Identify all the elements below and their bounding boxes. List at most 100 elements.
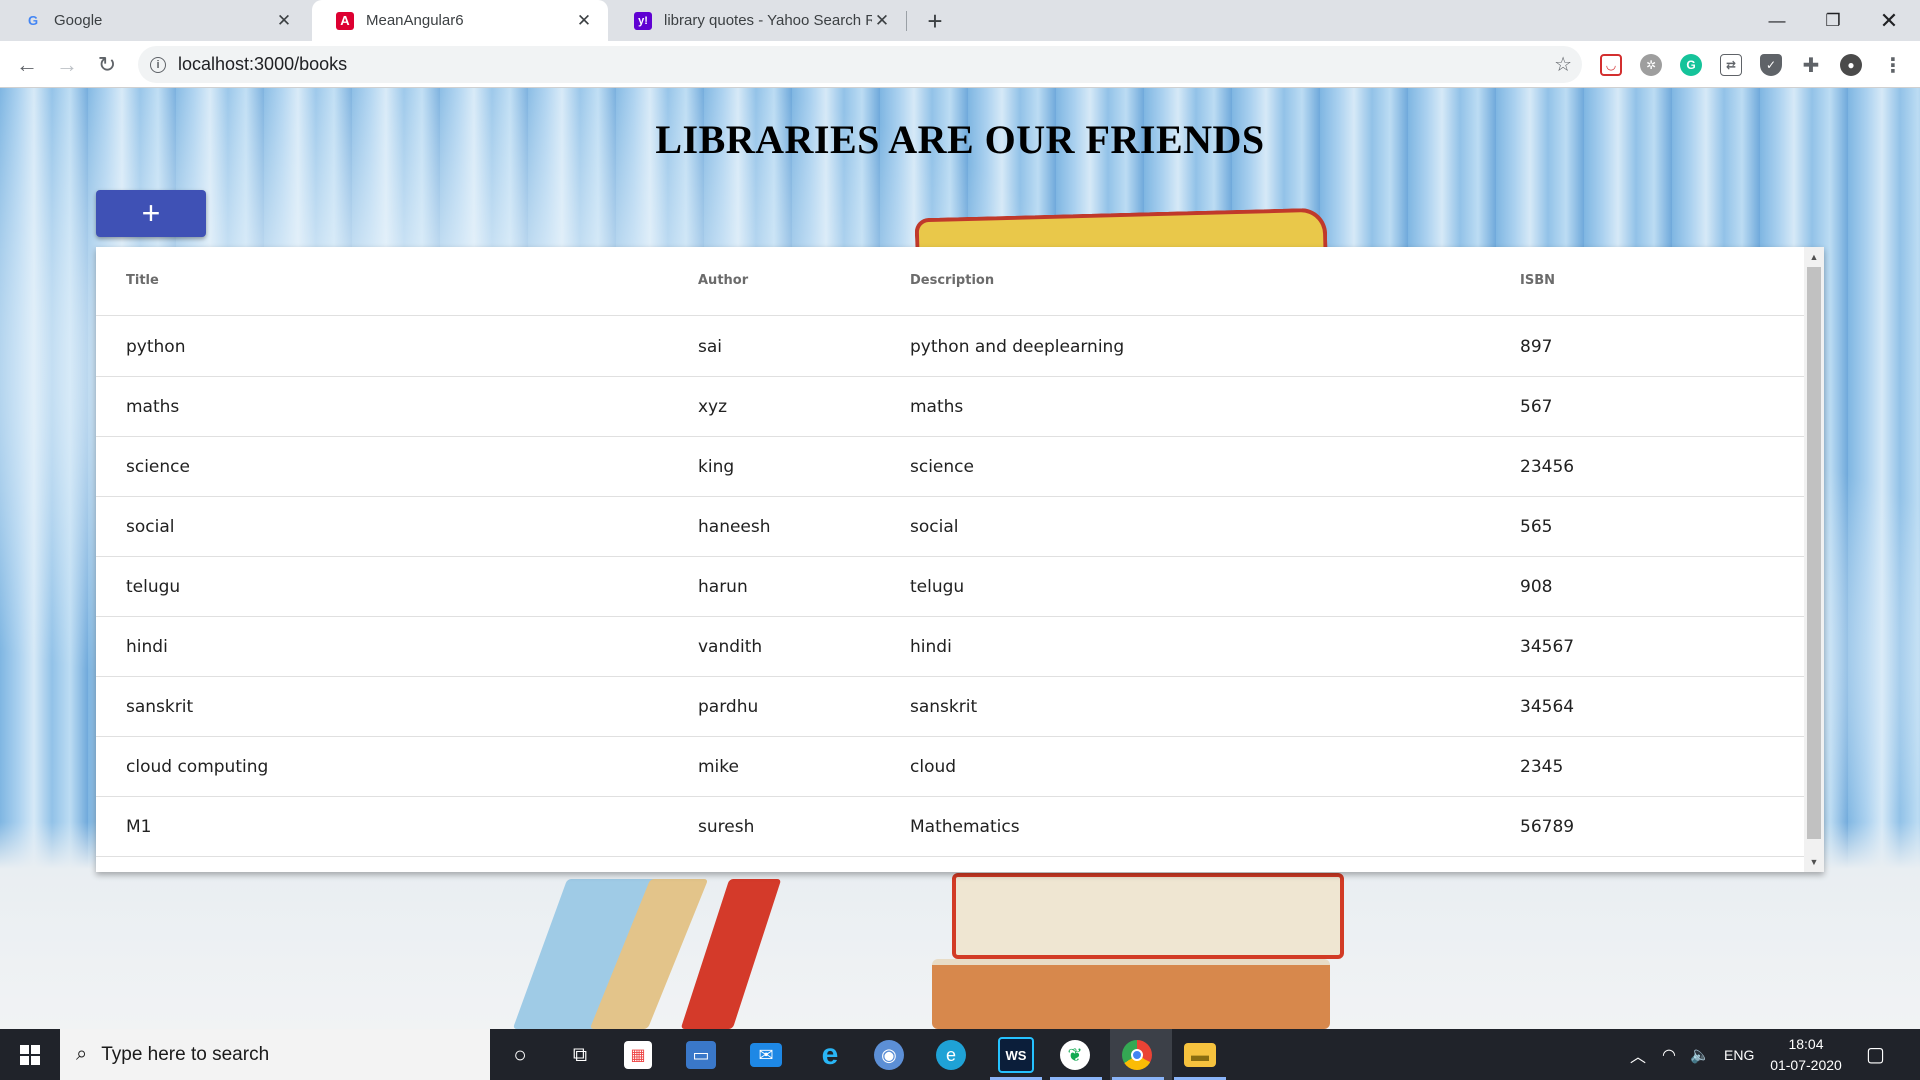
google-favicon-icon: G — [27, 13, 39, 28]
cell-isbn: 56789 — [1520, 817, 1575, 837]
table-row[interactable]: maths xyz maths 567 — [96, 377, 1804, 437]
page-title: LIBRARIES ARE OUR FRIENDS — [655, 117, 1265, 162]
language-indicator[interactable]: ENG — [1724, 1029, 1754, 1080]
scroll-down-arrow-icon[interactable]: ▼ — [1804, 854, 1824, 870]
store-icon[interactable]: ▦ — [624, 1041, 652, 1069]
search-placeholder[interactable]: Type here to search — [101, 1044, 269, 1066]
tab-title: MeanAngular6 — [366, 12, 464, 29]
table-scrollbar[interactable]: ▲ ▼ — [1804, 247, 1824, 872]
computer-icon[interactable]: ▭ — [686, 1041, 716, 1069]
cell-author: sai — [698, 337, 722, 357]
notifications-icon[interactable]: ▢ — [1866, 1029, 1885, 1080]
translate-extension-icon[interactable]: ⇄ — [1720, 54, 1742, 76]
browser-tabstrip: G Google ✕ A MeanAngular6 ✕ y! library q… — [0, 0, 1920, 41]
cortana-icon[interactable]: ○ — [502, 1037, 538, 1073]
windows-taskbar: ⌕ Type here to search ○ ⧉ ▦ ▭ ✉ e ◉ e WS… — [0, 1029, 1920, 1080]
cell-title: maths — [126, 397, 180, 417]
cell-title: telugu — [126, 577, 181, 597]
cell-title: social — [126, 517, 175, 537]
mongodb-compass-icon[interactable]: ❦ — [1060, 1040, 1090, 1070]
close-tab-icon[interactable]: ✕ — [274, 11, 294, 31]
column-header-description[interactable]: Description — [910, 273, 994, 288]
search-icon: ⌕ — [76, 1043, 88, 1065]
tab-meanangular6[interactable]: A MeanAngular6 ✕ — [312, 0, 608, 41]
table-row[interactable]: M1 suresh Mathematics 56789 — [96, 797, 1804, 857]
cell-author: harun — [698, 577, 748, 597]
chrome-icon[interactable] — [1122, 1040, 1152, 1070]
scroll-up-arrow-icon[interactable]: ▲ — [1804, 249, 1824, 265]
close-window-button[interactable]: ✕ — [1861, 0, 1917, 41]
add-book-button[interactable]: + — [96, 190, 206, 237]
task-view-icon[interactable]: ⧉ — [562, 1037, 598, 1073]
volume-icon[interactable]: 🔈 — [1690, 1029, 1710, 1080]
address-url[interactable]: localhost:3000/books — [178, 54, 347, 75]
cell-author: suresh — [698, 817, 755, 837]
cell-title: M1 — [126, 817, 152, 837]
chromium-icon[interactable]: ◉ — [874, 1040, 904, 1070]
taskbar-search-box[interactable]: ⌕ Type here to search — [60, 1029, 490, 1080]
close-tab-icon[interactable]: ✕ — [574, 11, 594, 31]
cell-author: xyz — [698, 397, 728, 417]
chrome-menu-icon[interactable]: ⋮ — [1882, 54, 1904, 77]
profile-avatar[interactable]: ● — [1840, 54, 1862, 76]
cell-author: mike — [698, 757, 739, 777]
cell-author: king — [698, 457, 735, 477]
clock-date: 01-07-2020 — [1770, 1057, 1842, 1073]
yahoo-favicon-icon: y! — [634, 11, 652, 30]
cell-description: Mathematics — [910, 817, 1020, 837]
edge-icon[interactable]: e — [936, 1040, 966, 1070]
angular-favicon-icon: A — [336, 11, 354, 30]
forward-button[interactable]: → — [51, 49, 83, 81]
column-header-title[interactable]: Title — [126, 273, 159, 288]
column-header-author[interactable]: Author — [698, 273, 748, 288]
cell-description: social — [910, 517, 959, 537]
address-bar[interactable]: i localhost:3000/books ☆ — [138, 46, 1582, 83]
show-hidden-icons-icon[interactable]: ︿ — [1630, 1029, 1646, 1080]
grammarly-extension-icon[interactable]: G — [1680, 54, 1702, 76]
taskbar-clock[interactable]: 18:04 01-07-2020 — [1758, 1034, 1854, 1076]
table-row[interactable]: cloud computing mike cloud 2345 — [96, 737, 1804, 797]
cell-description: maths — [910, 397, 964, 417]
file-explorer-icon[interactable]: ▬ — [1184, 1043, 1216, 1067]
reload-button[interactable]: ↻ — [91, 49, 123, 81]
table-row[interactable]: hindi vandith hindi 34567 — [96, 617, 1804, 677]
table-row[interactable]: social haneesh social 565 — [96, 497, 1804, 557]
new-tab-button[interactable]: + — [920, 6, 950, 36]
close-tab-icon[interactable]: ✕ — [872, 11, 892, 31]
tab-title: Google — [54, 12, 103, 29]
clock-time: 18:04 — [1788, 1036, 1824, 1052]
pocket-extension-icon[interactable]: ◡ — [1600, 54, 1622, 76]
windows-logo-icon — [20, 1044, 40, 1065]
cell-isbn: 23456 — [1520, 457, 1575, 477]
shield-extension-icon[interactable]: ✓ — [1760, 54, 1782, 76]
tab-google[interactable]: G Google ✕ — [0, 0, 308, 41]
cell-title: sanskrit — [126, 697, 194, 717]
table-row[interactable]: sanskrit pardhu sanskrit 34564 — [96, 677, 1804, 737]
scroll-thumb[interactable] — [1807, 267, 1821, 839]
bookmark-star-icon[interactable]: ☆ — [1554, 52, 1572, 77]
webstorm-icon[interactable]: WS — [998, 1037, 1034, 1073]
table-row[interactable]: python sai python and deeplearning 897 — [96, 317, 1804, 377]
tab-title: library quotes - Yahoo Search Re — [664, 12, 872, 29]
site-info-icon[interactable]: i — [150, 56, 166, 73]
cell-isbn: 34564 — [1520, 697, 1575, 717]
cell-title: hindi — [126, 637, 168, 657]
start-button[interactable] — [0, 1029, 60, 1080]
tab-yahoo-search[interactable]: y! library quotes - Yahoo Search Re ✕ — [610, 0, 906, 41]
extensions-puzzle-icon[interactable]: ✚ — [1800, 54, 1822, 77]
back-button[interactable]: ← — [11, 49, 43, 81]
network-icon[interactable]: ◠ — [1662, 1029, 1676, 1080]
cell-isbn: 908 — [1520, 577, 1553, 597]
mail-icon[interactable]: ✉ — [750, 1043, 782, 1067]
books-table: Title Author Description ISBN python sai… — [96, 247, 1824, 872]
cell-author: vandith — [698, 637, 763, 657]
table-row[interactable]: telugu harun telugu 908 — [96, 557, 1804, 617]
minimize-button[interactable]: — — [1749, 0, 1805, 41]
maximize-button[interactable]: ❐ — [1805, 0, 1861, 41]
column-header-isbn[interactable]: ISBN — [1520, 273, 1555, 288]
extension-icon[interactable]: ✲ — [1640, 54, 1662, 76]
cell-isbn: 565 — [1520, 517, 1553, 537]
table-row[interactable]: science king science 23456 — [96, 437, 1804, 497]
browser-toolbar: ← → ↻ i localhost:3000/books ☆ ◡ ✲ G ⇄ ✓… — [0, 41, 1920, 88]
internet-explorer-icon[interactable]: e — [812, 1037, 848, 1073]
